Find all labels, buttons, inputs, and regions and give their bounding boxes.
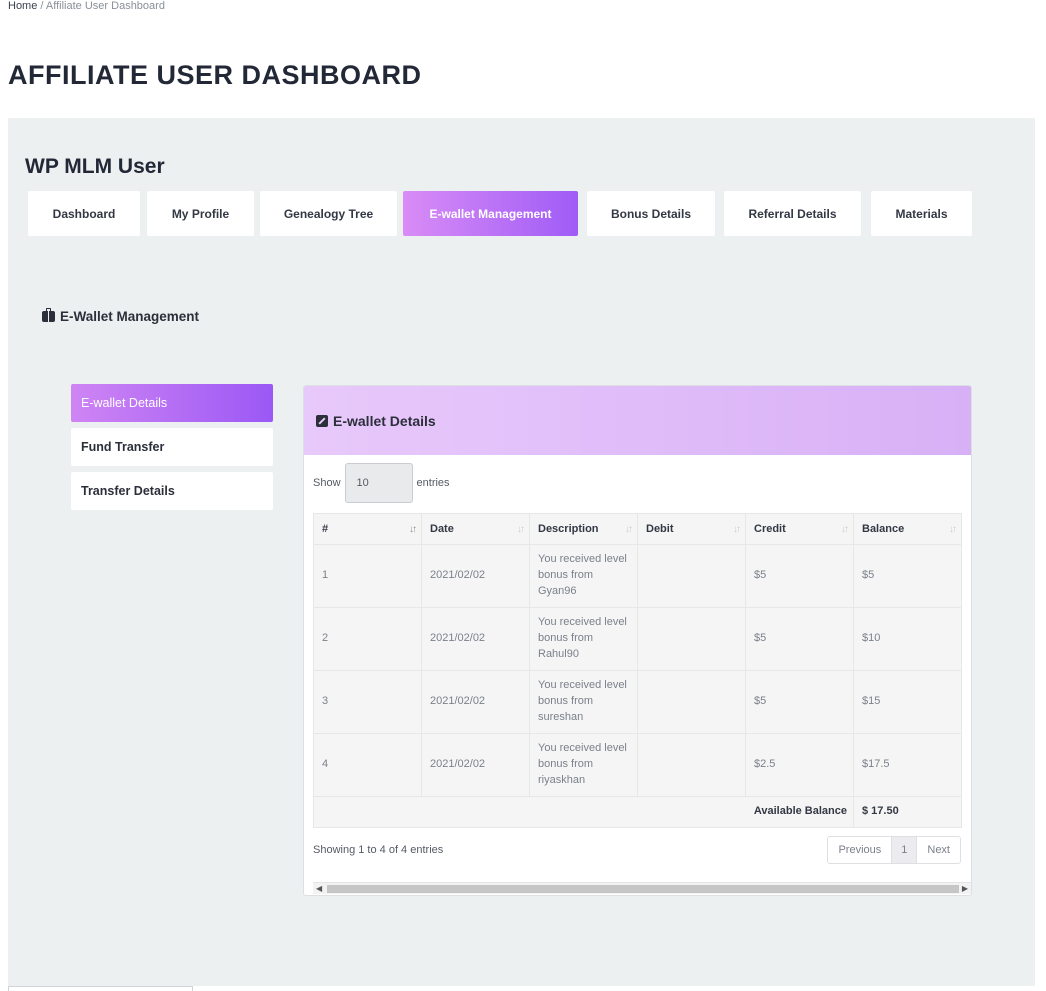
brand-title: WP MLM User (25, 155, 165, 178)
sort-icon: ↓↑ (733, 524, 741, 535)
horizontal-scrollbar[interactable]: ◀ ▶ (313, 882, 971, 894)
cell-description: You received level bonus from Rahul90 (529, 607, 638, 671)
e-wallet-details-card: E-wallet Details Show 10 entries # ↓↑ Dat… (303, 385, 972, 896)
e-wallet-table: # ↓↑ Date ↓↑ Description ↓↑ Debit ↓↑ Credit ↓… (313, 513, 962, 828)
briefcase-icon (42, 308, 55, 322)
tab-e-wallet-management[interactable]: E-wallet Management (403, 191, 578, 236)
tab-my-profile[interactable]: My Profile (147, 191, 254, 236)
cell-credit: $5 (745, 544, 854, 608)
side-menu: E-wallet Details Fund Transfer Transfer … (71, 384, 273, 516)
cell-number: 4 (313, 733, 422, 797)
cell-balance: $17.5 (853, 733, 962, 797)
dashboard-panel: WP MLM User Dashboard My Profile Genealo… (8, 118, 1035, 986)
cell-number: 2 (313, 607, 422, 671)
table-info: Showing 1 to 4 of 4 entries (313, 844, 444, 856)
table-row: 4 2021/02/02 You received level bonus fr… (313, 733, 962, 797)
cell-credit: $5 (745, 607, 854, 671)
breadcrumb-home-link[interactable]: Home (8, 0, 37, 12)
cell-number: 1 (313, 544, 422, 608)
cell-date: 2021/02/02 (421, 670, 530, 734)
scroll-right-icon[interactable]: ▶ (962, 884, 968, 893)
cell-balance: $5 (853, 544, 962, 608)
previous-page-button[interactable]: Previous (828, 837, 891, 863)
column-header-credit[interactable]: Credit ↓↑ (745, 513, 854, 545)
breadcrumb-current: Affiliate User Dashboard (45, 0, 165, 12)
cell-description: You received level bonus from riyaskhan (529, 733, 638, 797)
side-menu-fund-transfer[interactable]: Fund Transfer (71, 428, 273, 466)
tab-materials[interactable]: Materials (871, 191, 972, 236)
table-row: 1 2021/02/02 You received level bonus fr… (313, 544, 962, 608)
sort-asc-icon: ↓↑ (409, 524, 417, 535)
column-header-date[interactable]: Date ↓↑ (421, 513, 530, 545)
column-header-number[interactable]: # ↓↑ (313, 513, 422, 545)
entries-length-control: Show 10 entries (313, 463, 450, 503)
breadcrumb: Home / Affiliate User Dashboard (8, 0, 165, 12)
column-header-balance[interactable]: Balance ↓↑ (853, 513, 962, 545)
scroll-left-icon[interactable]: ◀ (316, 884, 322, 893)
cell-debit (637, 607, 746, 671)
show-label: Show (313, 477, 341, 489)
tab-referral-details[interactable]: Referral Details (724, 191, 861, 236)
section-title: E-Wallet Management (60, 309, 200, 324)
scrollbar-thumb[interactable] (327, 885, 959, 893)
breadcrumb-separator: / (40, 0, 44, 12)
sort-icon: ↓↑ (517, 524, 525, 535)
card-header: E-wallet Details (304, 386, 971, 455)
side-menu-e-wallet-details[interactable]: E-wallet Details (71, 384, 273, 422)
table-row: 3 2021/02/02 You received level bonus fr… (313, 670, 962, 734)
side-menu-transfer-details[interactable]: Transfer Details (71, 472, 273, 510)
table-header-row: # ↓↑ Date ↓↑ Description ↓↑ Debit ↓↑ Credit ↓… (313, 513, 962, 545)
sort-icon: ↓↑ (841, 524, 849, 535)
cell-credit: $5 (745, 670, 854, 734)
column-header-debit[interactable]: Debit ↓↑ (637, 513, 746, 545)
tab-bonus-details[interactable]: Bonus Details (587, 191, 715, 236)
cell-debit (637, 733, 746, 797)
available-balance-row: Available Balance $ 17.50 (313, 796, 962, 828)
cell-number: 3 (313, 670, 422, 734)
sort-icon: ↓↑ (949, 524, 957, 535)
column-header-description[interactable]: Description ↓↑ (529, 513, 638, 545)
pagination: Previous 1 Next (827, 836, 961, 864)
card-title: E-wallet Details (333, 412, 436, 429)
next-page-button[interactable]: Next (917, 837, 960, 863)
cell-debit (637, 544, 746, 608)
cell-description: You received level bonus from sureshan (529, 670, 638, 734)
page-1-button[interactable]: 1 (891, 837, 918, 863)
table-row: 2 2021/02/02 You received level bonus fr… (313, 607, 962, 671)
available-balance-label: Available Balance (313, 796, 854, 828)
cell-date: 2021/02/02 (421, 607, 530, 671)
section-heading: E-Wallet Management (42, 308, 200, 324)
sort-icon: ↓↑ (625, 524, 633, 535)
page-title: AFFILIATE USER DASHBOARD (8, 60, 422, 90)
cell-balance: $10 (853, 607, 962, 671)
footer-box (8, 986, 193, 991)
entries-length-select[interactable]: 10 (344, 463, 413, 503)
cell-balance: $15 (853, 670, 962, 734)
cell-debit (637, 670, 746, 734)
cell-credit: $2.5 (745, 733, 854, 797)
tab-dashboard[interactable]: Dashboard (28, 191, 140, 236)
entries-label: entries (416, 477, 450, 489)
edit-square-icon (316, 414, 328, 427)
cell-date: 2021/02/02 (421, 544, 530, 608)
available-balance-value: $ 17.50 (853, 796, 962, 828)
tab-genealogy-tree[interactable]: Genealogy Tree (260, 191, 397, 236)
cell-description: You received level bonus from Gyan96 (529, 544, 638, 608)
cell-date: 2021/02/02 (421, 733, 530, 797)
